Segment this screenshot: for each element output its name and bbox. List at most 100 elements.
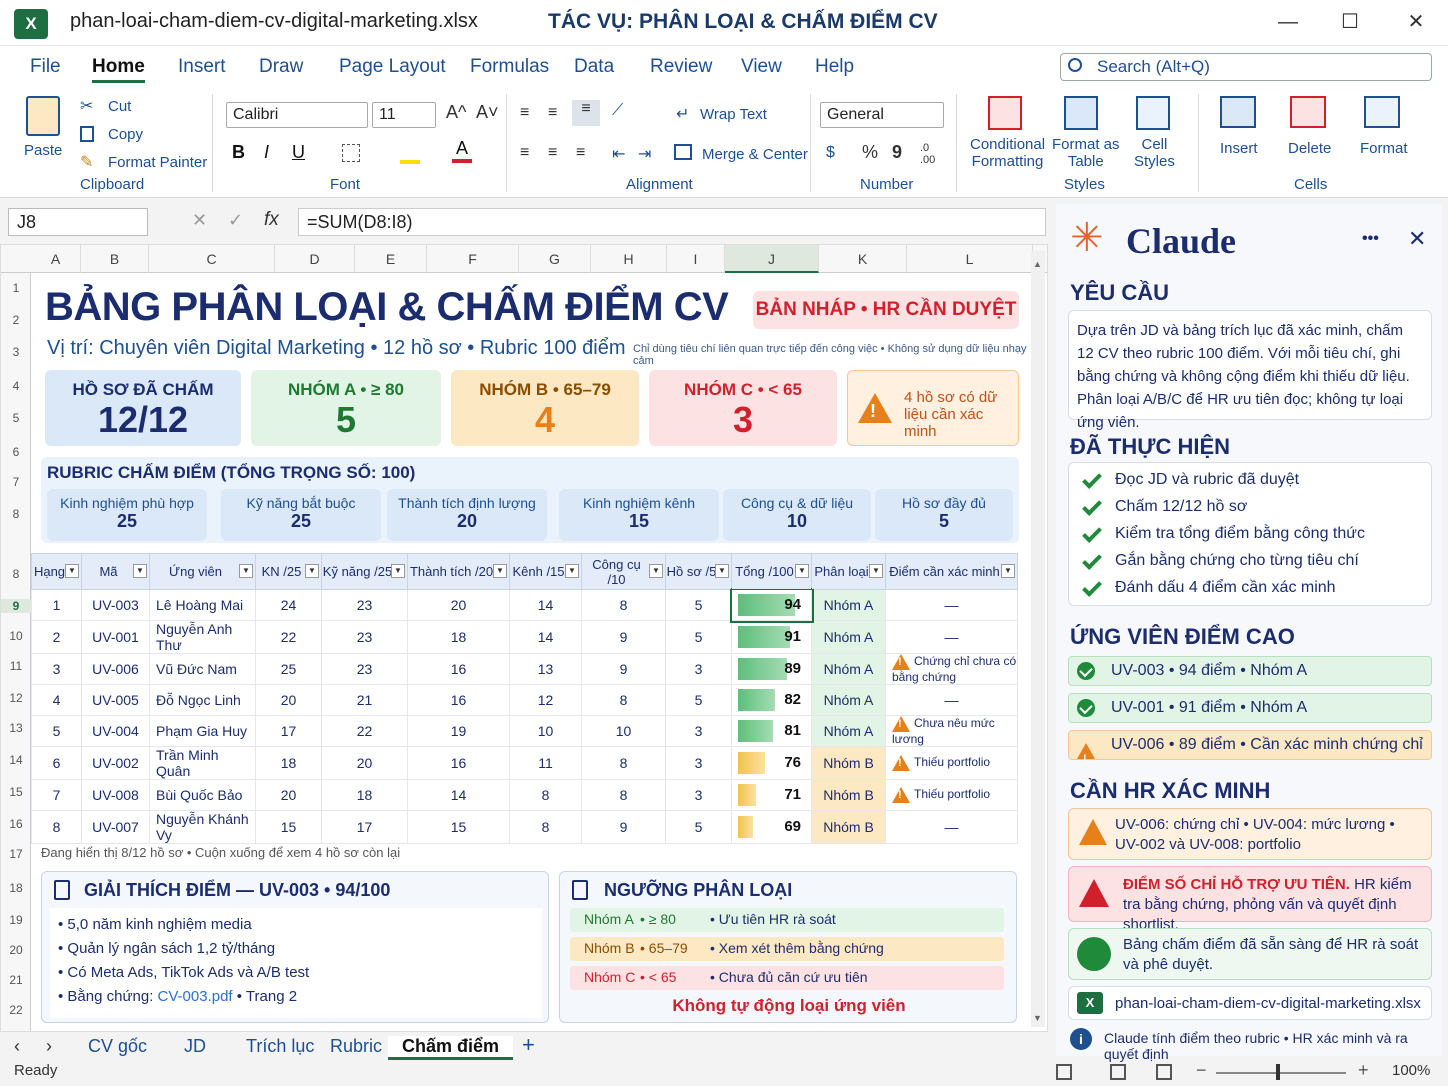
menu-data[interactable]: Data <box>574 56 614 78</box>
row-header[interactable]: 20 <box>1 943 31 957</box>
page-layout-view-icon[interactable] <box>1110 1064 1126 1080</box>
row-header[interactable]: 8 <box>1 567 31 581</box>
tab-rubric[interactable]: Rubric <box>330 1036 382 1057</box>
paste-button[interactable]: Paste <box>24 142 62 159</box>
delete-cells-button[interactable]: Delete <box>1288 140 1331 157</box>
row-header[interactable]: 18 <box>1 881 31 895</box>
row-header[interactable]: 8 <box>1 507 31 521</box>
prev-sheet-icon[interactable]: ‹ <box>14 1036 20 1057</box>
shrink-font-icon[interactable]: A˅ <box>476 102 499 123</box>
currency-icon[interactable]: $ <box>826 144 835 162</box>
close-button[interactable]: ✕ <box>1396 6 1436 38</box>
total-cell[interactable]: 71 <box>731 779 812 811</box>
table-header[interactable]: Kênh /15 ▼ <box>509 553 582 590</box>
table-cell[interactable]: 12 <box>509 684 582 716</box>
table-cell[interactable]: UV-001 <box>81 620 150 654</box>
row-header[interactable]: 19 <box>1 913 31 927</box>
row-header[interactable]: 14 <box>1 753 31 767</box>
table-cell[interactable]: 15 <box>255 810 322 844</box>
column-header-selected[interactable]: J <box>725 245 819 273</box>
total-cell[interactable]: 76 <box>731 746 812 780</box>
table-row[interactable]: 8 UV-007 Nguyễn Khánh Vy 15 17 15 8 9 5 69 Nhóm B — <box>31 810 1018 844</box>
table-cell[interactable]: 20 <box>255 779 322 811</box>
classification-cell[interactable]: Nhóm A <box>811 589 886 621</box>
table-cell[interactable]: 16 <box>407 653 510 685</box>
table-cell[interactable]: 15 <box>407 810 510 844</box>
column-header[interactable]: C <box>149 245 275 273</box>
column-header[interactable]: G <box>519 245 591 273</box>
table-cell[interactable]: Nguyễn Khánh Vy <box>149 810 256 844</box>
table-cell[interactable]: 17 <box>321 810 408 844</box>
align-top-icon[interactable]: ≡ <box>520 104 529 122</box>
total-cell[interactable]: 89 <box>731 653 812 685</box>
table-cell[interactable]: 10 <box>509 715 582 747</box>
merge-center-button[interactable]: Merge & Center <box>702 146 808 163</box>
table-cell[interactable]: 7 <box>31 779 82 811</box>
table-cell[interactable]: 4 <box>31 684 82 716</box>
total-cell[interactable]: 81 <box>731 715 812 747</box>
table-cell[interactable]: 5 <box>665 810 732 844</box>
table-cell[interactable]: 21 <box>321 684 408 716</box>
table-cell[interactable]: 13 <box>509 653 582 685</box>
zoom-slider-thumb[interactable] <box>1276 1064 1280 1080</box>
scroll-down-icon[interactable]: ▼ <box>1033 1013 1042 1023</box>
row-header[interactable]: 10 <box>1 629 31 643</box>
table-cell[interactable]: 3 <box>665 746 732 780</box>
page-break-view-icon[interactable] <box>1156 1064 1172 1080</box>
tab-jd[interactable]: JD <box>184 1036 206 1057</box>
table-cell[interactable]: 3 <box>31 653 82 685</box>
classification-cell[interactable]: Nhóm A <box>811 620 886 654</box>
total-cell[interactable]: 94 <box>729 587 814 623</box>
font-name-select[interactable]: Calibri <box>226 102 368 128</box>
table-row[interactable]: 7UV-008Bùi Quốc Bảo20181488371Nhóm BThiế… <box>31 779 1018 811</box>
table-cell[interactable]: 9 <box>581 653 666 685</box>
total-cell[interactable]: 69 <box>731 810 812 844</box>
table-cell[interactable]: UV-007 <box>81 810 150 844</box>
table-header[interactable]: Kỹ năng /25 ▼ <box>321 553 408 590</box>
format-as-table-button[interactable]: Format as Table <box>1052 136 1120 170</box>
row-header[interactable]: 13 <box>1 721 31 735</box>
column-header[interactable]: L <box>907 245 1033 273</box>
borders-icon[interactable] <box>342 144 360 162</box>
align-right-icon[interactable]: ≡ <box>576 144 585 162</box>
zoom-in-icon[interactable]: + <box>1358 1060 1369 1081</box>
table-header[interactable]: Điểm cần xác minh ▼ <box>885 553 1018 590</box>
underline-button[interactable]: U <box>292 142 305 163</box>
row-header[interactable]: 12 <box>1 691 31 705</box>
menu-help[interactable]: Help <box>815 56 854 78</box>
row-header[interactable]: 7 <box>1 475 31 489</box>
table-cell[interactable]: UV-004 <box>81 715 150 747</box>
table-cell[interactable]: 14 <box>509 620 582 654</box>
orientation-icon[interactable]: ⟋ <box>612 102 623 120</box>
table-cell[interactable]: Trần Minh Quân <box>149 746 256 780</box>
verify-note-cell[interactable]: Thiếu portfolio <box>885 779 1018 811</box>
table-cell[interactable]: 11 <box>509 746 582 780</box>
scroll-up-icon[interactable]: ▲ <box>1033 259 1042 269</box>
cut-button[interactable]: Cut <box>108 98 131 115</box>
table-cell[interactable]: 3 <box>665 715 732 747</box>
column-header[interactable]: A <box>31 245 81 273</box>
column-header[interactable]: K <box>819 245 907 273</box>
table-header[interactable]: Công cụ /10 ▼ <box>581 553 666 590</box>
table-cell[interactable]: 8 <box>581 589 666 621</box>
column-header[interactable]: I <box>667 245 725 273</box>
row-header[interactable]: 3 <box>1 345 31 359</box>
table-cell[interactable]: 14 <box>509 589 582 621</box>
column-header[interactable]: F <box>427 245 519 273</box>
table-cell[interactable]: 9 <box>581 810 666 844</box>
menu-draw[interactable]: Draw <box>259 56 303 78</box>
table-cell[interactable]: 1 <box>31 589 82 621</box>
table-row[interactable]: 5UV-004Phạm Gia Huy1722191010381Nhóm ACh… <box>31 715 1018 747</box>
tab-trich-luc[interactable]: Trích lục <box>246 1036 314 1057</box>
verify-note-cell[interactable]: Chưa nêu mức lương <box>885 715 1018 747</box>
table-cell[interactable]: Lê Hoàng Mai <box>149 589 256 621</box>
align-left-icon[interactable]: ≡ <box>520 144 529 162</box>
table-cell[interactable]: 22 <box>255 620 322 654</box>
row-header[interactable]: 11 <box>1 659 31 673</box>
file-attachment[interactable]: X phan-loai-cham-diem-cv-digital-marketi… <box>1068 986 1432 1020</box>
table-row[interactable]: 1 UV-003 Lê Hoàng Mai 24 23 20 14 8 5 94 Nhóm A — <box>31 587 1018 623</box>
table-cell[interactable]: 8 <box>509 810 582 844</box>
name-box[interactable]: J8 <box>8 208 148 236</box>
zoom-out-icon[interactable]: − <box>1196 1060 1207 1081</box>
row-header[interactable]: 4 <box>1 379 31 393</box>
